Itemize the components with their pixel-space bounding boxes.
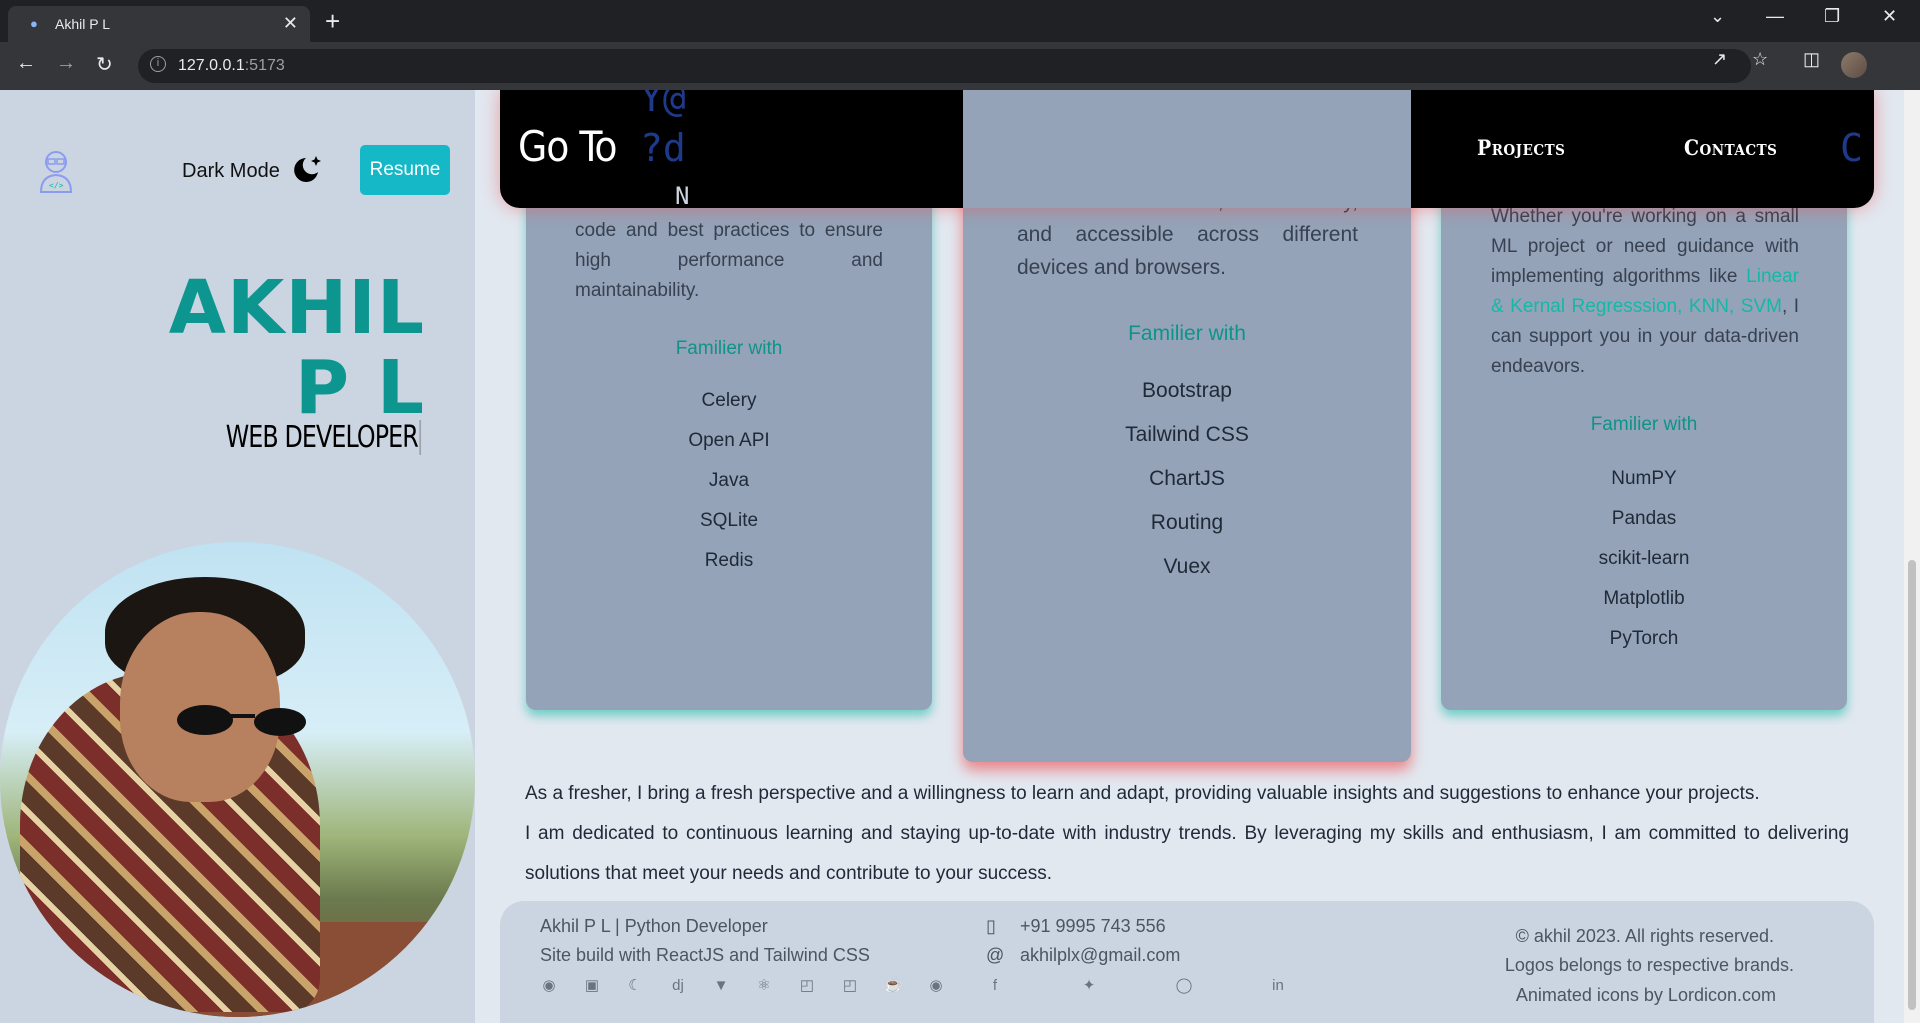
address-bar[interactable]: i 127.0.0.1:5173 xyxy=(138,49,1751,83)
sidebar: </> Dark Mode Resume AKHIL P L WEB DEVEL… xyxy=(0,90,475,1023)
browser-tab[interactable]: ● Akhil P L ✕ xyxy=(8,6,310,42)
list-item: Redis xyxy=(704,550,754,571)
close-window-button[interactable]: ✕ xyxy=(1882,6,1897,27)
list-item: Tailwind CSS xyxy=(1125,423,1249,446)
footer-icons-note[interactable]: Animated icons by Lordicon.com xyxy=(1516,985,1776,1006)
bookmark-star-icon[interactable]: ☆ xyxy=(1752,49,1768,70)
profile-photo xyxy=(0,542,475,1017)
matrix-glyph: ?d xyxy=(640,126,686,170)
site-info-icon[interactable]: i xyxy=(150,56,166,72)
url-text: 127.0.0.1:5173 xyxy=(178,57,285,74)
list-item: scikit-learn xyxy=(1598,548,1690,569)
list-item: Pandas xyxy=(1611,508,1677,529)
at-icon: @ xyxy=(986,945,1005,965)
familiar-heading: Familier with xyxy=(675,338,783,359)
html5-icon: ◰ xyxy=(842,977,858,994)
list-item: PyTorch xyxy=(1609,628,1679,649)
java-icon: ☕ xyxy=(884,977,903,994)
profile-avatar[interactable] xyxy=(1841,52,1867,78)
about-line-2: I am dedicated to continuous learning an… xyxy=(525,823,1849,884)
share-icon[interactable]: ↗ xyxy=(1712,49,1727,70)
favicon-icon: ● xyxy=(30,16,38,31)
matrix-glyph: Y@ xyxy=(640,90,686,120)
nav-link-projects[interactable]: Projects xyxy=(1477,135,1565,160)
vue-icon: ▼ xyxy=(713,977,729,994)
footer-logos-note: Logos belongs to respective brands. xyxy=(1504,955,1794,975)
nav-card-overlap xyxy=(963,90,1411,208)
footer-email[interactable]: akhilplx@gmail.com xyxy=(1020,945,1180,966)
restore-button[interactable]: ❐ xyxy=(1824,6,1840,27)
js-icon: ▣ xyxy=(584,977,600,994)
name-line-1: AKHIL xyxy=(168,265,425,351)
forward-icon[interactable]: → xyxy=(56,52,76,75)
side-panel-icon[interactable]: ◫ xyxy=(1803,49,1820,70)
resume-button[interactable]: Resume xyxy=(360,145,450,195)
moon-icon[interactable] xyxy=(290,152,324,186)
card-description: code and best practices to ensure high p… xyxy=(575,220,883,301)
hero-name: AKHIL P L xyxy=(169,268,425,428)
list-item: NumPY xyxy=(1611,468,1677,489)
browser-tabbar: ● Akhil P L ✕ + ⌄ — ❐ ✕ xyxy=(0,0,1920,42)
list-item: Matplotlib xyxy=(1603,588,1685,609)
matrix-glyph: C xyxy=(1840,126,1863,170)
list-item: ChartJS xyxy=(1149,467,1225,490)
typewriter-role: WEB DEVELOPER xyxy=(225,420,421,455)
about-line-1: As a fresher, I bring a fresh perspectiv… xyxy=(525,783,1760,804)
list-item: Java xyxy=(708,470,750,491)
tab-title: Akhil P L xyxy=(55,16,110,32)
list-item: Routing xyxy=(1150,511,1224,534)
nav-link-contacts[interactable]: Contacts xyxy=(1684,135,1777,160)
list-item: Bootstrap xyxy=(1142,379,1232,402)
footer-copyright: © akhil 2023. All rights reserved. xyxy=(1515,926,1774,946)
page: code and best practices to ensure high p… xyxy=(0,90,1920,1023)
name-line-2: P L xyxy=(294,345,425,431)
tab-close-icon[interactable]: ✕ xyxy=(283,13,298,34)
card-description: Whether you're working on a small ML pro… xyxy=(1491,206,1799,377)
new-tab-button[interactable]: + xyxy=(325,6,340,37)
dark-mode-label: Dark Mode xyxy=(182,160,280,182)
footer: Akhil P L | Python Developer Site build … xyxy=(500,901,1874,1023)
familiar-heading: Familier with xyxy=(1590,414,1698,435)
matrix-glyph: N xyxy=(675,182,690,208)
scroll-thumb[interactable] xyxy=(1908,560,1916,1010)
list-item: Open API xyxy=(688,430,770,451)
developer-logo-icon[interactable]: </> xyxy=(38,148,74,194)
goto-title: Go To xyxy=(518,122,617,171)
footer-phone[interactable]: +91 9995 743 556 xyxy=(1020,916,1166,937)
familiar-heading: Familier with xyxy=(1128,322,1246,345)
twitter-icon[interactable]: ✦ xyxy=(1080,977,1098,995)
footer-built-with: Site build with ReactJS and Tailwind CSS xyxy=(540,945,870,965)
skill-list: NumPY Pandas scikit-learn Matplotlib PyT… xyxy=(1441,468,1847,668)
css3-icon: ◰ xyxy=(799,977,815,994)
svg-text:</>: </> xyxy=(49,181,64,190)
github-icon[interactable]: ◉ xyxy=(927,977,945,995)
minimize-button[interactable]: — xyxy=(1766,6,1784,27)
list-item: Celery xyxy=(701,390,757,411)
list-item: SQLite xyxy=(699,510,759,531)
page-scrollbar[interactable] xyxy=(1904,90,1920,1023)
footer-tagline: Akhil P L | Python Developer xyxy=(540,916,768,936)
django-icon: dj xyxy=(672,977,684,994)
back-icon[interactable]: ← xyxy=(16,52,36,75)
list-item: Vuex xyxy=(1163,555,1211,578)
python-icon: ◉ xyxy=(542,977,556,994)
linkedin-icon[interactable]: in xyxy=(1269,977,1287,995)
goto-navbar: Y@ ?d N S C Go To Projects Contacts xyxy=(500,90,1874,208)
browser-toolbar: ← → ↻ i 127.0.0.1:5173 ↗ ☆ ◫ xyxy=(0,42,1920,90)
facebook-icon[interactable]: f xyxy=(986,977,1004,995)
phone-icon: ▯ xyxy=(986,916,996,936)
mongo-icon: ☾ xyxy=(628,977,642,994)
skill-list: Celery Open API Java SQLite Redis xyxy=(526,390,932,590)
reload-icon[interactable]: ↻ xyxy=(96,52,113,77)
skill-list: Bootstrap Tailwind CSS ChartJS Routing V… xyxy=(963,379,1411,599)
tab-search-icon[interactable]: ⌄ xyxy=(1710,6,1725,27)
react-icon: ⚛ xyxy=(757,977,771,994)
instagram-icon[interactable]: ◯ xyxy=(1175,977,1193,995)
